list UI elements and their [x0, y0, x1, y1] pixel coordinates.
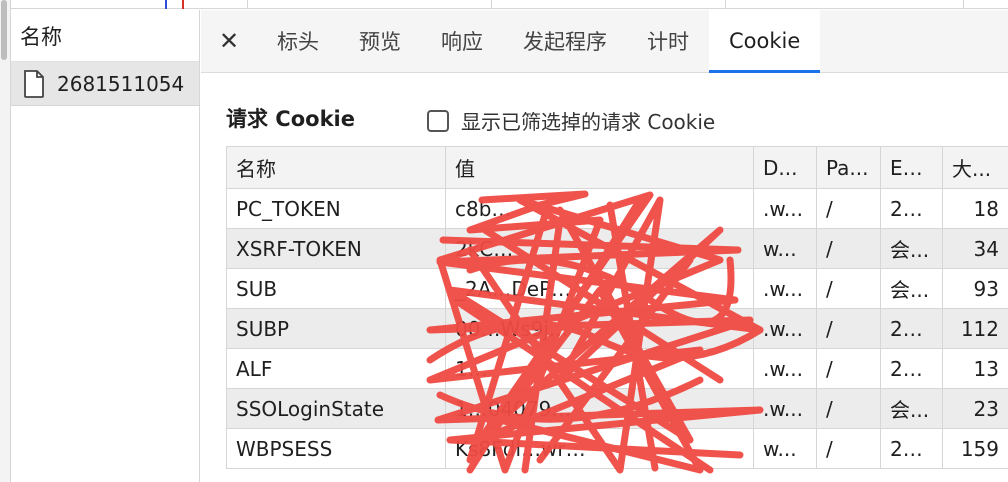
cookie-path: / — [816, 388, 881, 429]
section-title: 请求 Cookie — [226, 107, 355, 131]
cookie-value: _2A…DeP… — [445, 268, 754, 309]
cookie-domain: .w... — [753, 348, 817, 389]
cookie-size: 23 — [942, 388, 1008, 429]
table-row[interactable]: SUB _2A…DeP… .w... / 会... 93 — [226, 268, 1008, 309]
request-detail-pane: ✕ 标头 预览 响应 发起程序 计时 Cookie 请求 Cookie 显示已筛… — [201, 10, 1008, 482]
cookie-size: 18 — [942, 188, 1008, 229]
cookie-path: / — [816, 188, 881, 229]
column-header-value[interactable]: 值 — [445, 146, 754, 189]
timeline-marker-blue — [165, 0, 167, 9]
cookie-path: / — [816, 228, 881, 269]
column-header-size[interactable]: 大... — [942, 146, 1008, 189]
request-item[interactable]: 2681511054 — [11, 62, 199, 106]
cookie-name: SUBP — [226, 308, 446, 349]
table-row[interactable]: XSRF-TOKEN 2kC… w... / 会... 34 — [226, 228, 1008, 269]
tab-preview[interactable]: 预览 — [339, 10, 421, 72]
cookie-expires: 会... — [880, 268, 943, 309]
cookie-value: 00…Ws9j... — [445, 308, 754, 349]
cookie-expires: 20... — [880, 308, 943, 349]
cookie-name: WBPSESS — [226, 428, 446, 469]
show-filtered-checkbox[interactable] — [427, 109, 449, 132]
timeline-ruler — [11, 0, 1008, 9]
cookie-name: PC_TOKEN — [226, 188, 446, 229]
tab-initiator[interactable]: 发起程序 — [503, 10, 627, 72]
column-header-expires[interactable]: Ex... — [880, 146, 943, 189]
timeline-marker-red — [182, 0, 184, 9]
table-row[interactable]: PC_TOKEN c8b… .w... / 20... 18 — [226, 188, 1008, 229]
cookie-name: SUB — [226, 268, 446, 309]
cookie-path: / — [816, 428, 881, 469]
request-list: 名称 2681511054 — [11, 10, 200, 482]
request-list-header[interactable]: 名称 — [11, 10, 199, 62]
show-filtered-cookies-toggle[interactable]: 显示已筛选掉的请求 Cookie — [427, 106, 715, 135]
table-row[interactable]: ALF 1… .w... / 20... 13 — [226, 348, 1008, 389]
tab-response[interactable]: 响应 — [421, 10, 503, 72]
column-header-name[interactable]: 名称 — [226, 146, 446, 189]
cookie-size: 13 — [942, 348, 1008, 389]
cookie-value: 1… — [445, 348, 754, 389]
table-row[interactable]: WBPSESS Ks8Fdl…wr… w... / 20... 159 — [226, 428, 1008, 469]
tab-cookies[interactable]: Cookie — [709, 10, 821, 73]
cookie-name: ALF — [226, 348, 446, 389]
cookie-domain: w... — [753, 228, 817, 269]
cookie-domain: .w... — [753, 188, 817, 229]
cookie-domain: .w... — [753, 308, 817, 349]
column-header-domain[interactable]: D... — [753, 146, 817, 189]
cookie-value: 2kC… — [445, 228, 754, 269]
cookie-expires: 20... — [880, 428, 943, 469]
document-icon — [24, 69, 44, 98]
cookie-path: / — [816, 268, 881, 309]
cookie-expires: 会... — [880, 228, 943, 269]
close-icon[interactable]: ✕ — [201, 10, 257, 72]
cookie-path: / — [816, 308, 881, 349]
cookie-domain: .w... — [753, 388, 817, 429]
cookie-value: Ks8Fdl…wr… — [445, 428, 754, 469]
cookie-name: SSOLoginState — [226, 388, 446, 429]
tab-timing[interactable]: 计时 — [627, 10, 709, 72]
cookie-domain: w... — [753, 428, 817, 469]
cookie-domain: .w... — [753, 268, 817, 309]
cookie-value: 1…04079… — [445, 388, 754, 429]
detail-tabbar: ✕ 标头 预览 响应 发起程序 计时 Cookie — [201, 10, 1008, 73]
table-header-row: 名称 值 D... Pa... Ex... 大... — [226, 146, 1008, 189]
scroll-grip[interactable] — [1, 0, 7, 60]
cookie-size: 159 — [942, 428, 1008, 469]
table-row[interactable]: SUBP 00…Ws9j... .w... / 20... 112 — [226, 308, 1008, 349]
cookie-table: 名称 值 D... Pa... Ex... 大... PC_TOKEN c8b…… — [226, 146, 1008, 469]
cookie-value: c8b… — [445, 188, 754, 229]
cookie-expires: 会... — [880, 388, 943, 429]
show-filtered-label: 显示已筛选掉的请求 Cookie — [461, 110, 716, 134]
left-scroll-strip[interactable] — [0, 0, 11, 482]
cookie-expires: 20... — [880, 348, 943, 389]
cookie-size: 112 — [942, 308, 1008, 349]
cookie-path: / — [816, 348, 881, 389]
cookie-expires: 20... — [880, 188, 943, 229]
column-header-path[interactable]: Pa... — [816, 146, 881, 189]
cookie-size: 93 — [942, 268, 1008, 309]
cookie-size: 34 — [942, 228, 1008, 269]
tab-headers[interactable]: 标头 — [257, 10, 339, 72]
cookie-name: XSRF-TOKEN — [226, 228, 446, 269]
request-item-name: 2681511054 — [57, 71, 185, 96]
table-row[interactable]: SSOLoginState 1…04079… .w... / 会... 23 — [226, 388, 1008, 429]
